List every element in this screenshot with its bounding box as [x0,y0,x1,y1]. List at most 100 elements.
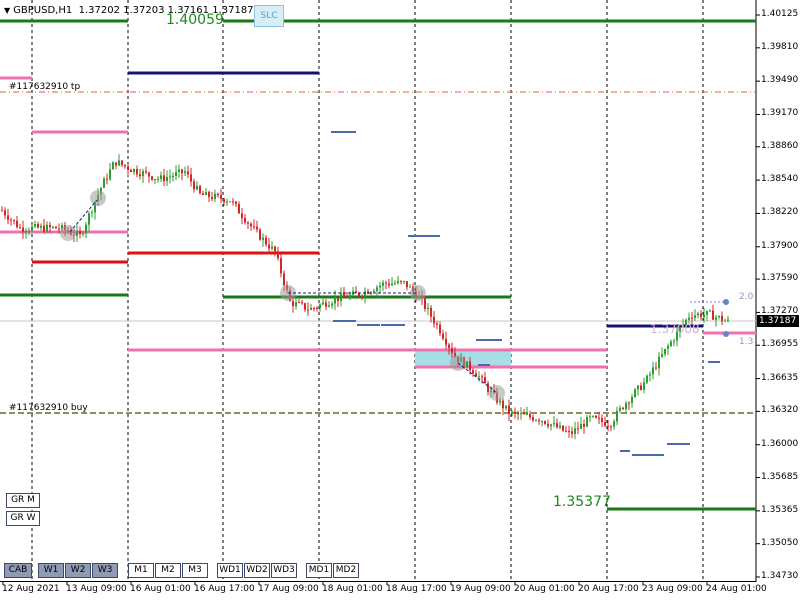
level-lines [0,19,756,511]
gr-m-button[interactable]: GR M [6,493,40,508]
candle-body [535,420,537,422]
candle-body [253,226,255,228]
candle-body [136,169,138,175]
toolbar-button-md1[interactable]: MD1 [306,563,332,578]
candle-body [481,376,483,378]
current-price-tag: 1.37187 [757,315,799,327]
candle-body [301,302,303,304]
candle-body [607,425,609,427]
candle-body [439,324,441,334]
candle-body [337,297,339,302]
candle-body [79,231,81,235]
candle-body [340,293,342,302]
candle-body [40,225,42,228]
candle-body [622,407,624,409]
high-level-price: 1.40059 [166,12,224,28]
candle-body [193,181,195,190]
candle-body [649,374,651,376]
toolbar-button-wd1[interactable]: WD1 [217,563,243,578]
time-tick-label: 16 Aug 17:00 [194,584,255,594]
candle-body [670,341,672,346]
candle-body [634,389,636,397]
candle-body [640,385,642,390]
price-tick-label: 1.36000 [761,438,799,449]
toolbar-button-w2[interactable]: W2 [65,563,91,578]
axis-ticks [2,14,760,585]
dropdown-arrow-icon[interactable]: ▼ [4,6,10,15]
candle-body [34,223,36,227]
candle-body [406,281,408,288]
time-tick-label: 17 Aug 09:00 [258,584,319,594]
candle-body [13,219,15,221]
candle-body [280,258,282,274]
candle-body [331,303,333,306]
candle-body [106,178,108,180]
candle-body [574,428,576,434]
candle-body [10,219,12,221]
toolbar-button-wd2[interactable]: WD2 [244,563,270,578]
candle-body [529,414,531,418]
price-tick-label: 1.38540 [761,174,799,185]
candle-body [121,160,123,165]
candle-body [25,231,27,233]
candle-body [316,307,318,309]
candle-body [208,191,210,198]
candle-body [436,323,438,325]
toolbar-button-w1[interactable]: W1 [38,563,64,578]
slc-button[interactable]: SLC [254,5,284,27]
candle-body [718,316,720,318]
toolbar-button-m1[interactable]: M1 [128,563,154,578]
candle-body [343,293,345,297]
toolbar-button-w3[interactable]: W3 [92,563,118,578]
right-label-bottom: 1.3 [739,337,754,347]
candle-body [619,407,621,411]
candle-body [472,370,474,374]
candle-body [694,315,696,318]
toolbar-button-wd3[interactable]: WD3 [271,563,297,578]
candle-body [19,227,21,229]
candle-body [259,229,261,240]
candle-body [667,345,669,349]
candle-body [646,375,648,383]
time-tick-label: 23 Aug 09:00 [642,584,703,594]
candle-body [376,287,378,292]
candle-body [226,201,228,203]
candle-body [85,224,87,234]
time-tick-label: 19 Aug 09:00 [450,584,511,594]
candle-body [712,310,714,320]
candle-body [562,425,564,431]
candle-body [163,175,165,182]
candle-body [610,426,612,428]
candle-body [55,226,57,229]
candle-body [148,172,150,177]
toolbar-button-cab[interactable]: CAB [4,563,32,578]
price-tick-label: 1.39810 [761,41,799,52]
candle-body [271,246,273,249]
candle-body [364,291,366,297]
toolbar-button-m3[interactable]: M3 [182,563,208,578]
candle-body [397,280,399,284]
candle-body [91,212,93,214]
candle-body [142,171,144,177]
price-chart[interactable] [0,0,800,600]
toolbar-button-md2[interactable]: MD2 [333,563,359,578]
candle-body [697,313,699,316]
faded-price-label: 1.37008 [650,322,700,336]
candle-body [586,416,588,427]
candle-body [127,166,129,170]
candle-body [145,171,147,173]
candle-body [613,421,615,427]
candle-body [139,174,141,177]
candle-body [361,295,363,297]
candle-body [523,413,525,415]
candle-body [508,405,510,414]
toolbar-button-m2[interactable]: M2 [155,563,181,578]
candle-body [28,230,30,232]
gr-w-button[interactable]: GR W [6,511,40,526]
candle-body [433,316,435,324]
candle-body [403,281,405,283]
candle-body [265,237,267,245]
candle-body [88,213,90,225]
price-tick-label: 1.40125 [761,9,799,19]
candle-body [577,428,579,430]
